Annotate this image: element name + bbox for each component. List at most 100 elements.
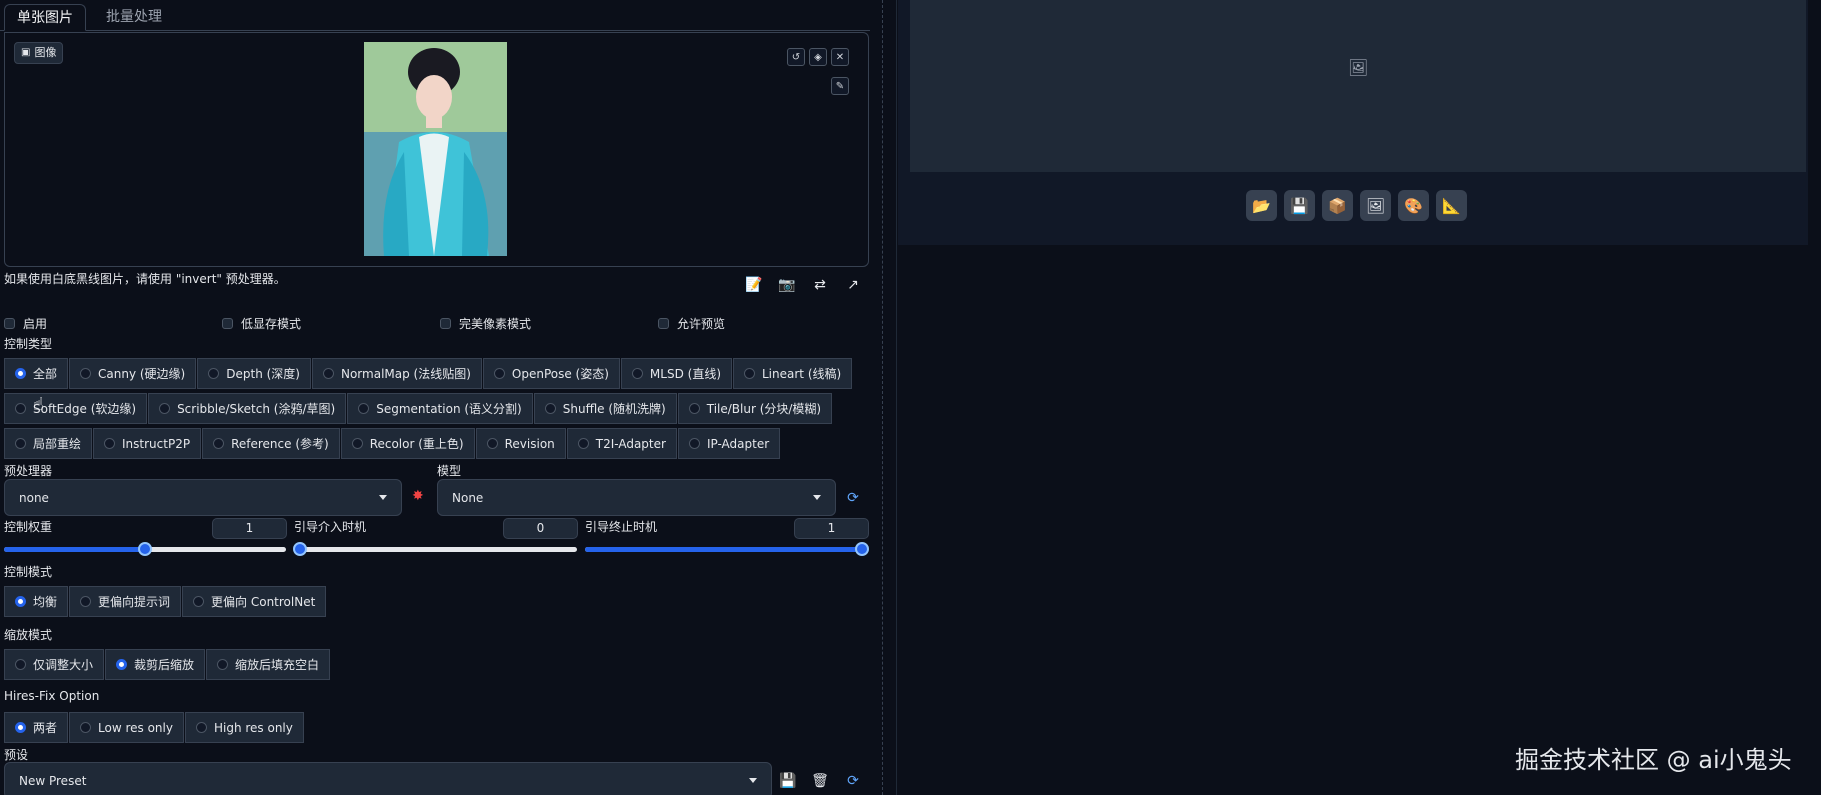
preset-label: 预设 bbox=[4, 748, 29, 762]
end-number[interactable]: 1 bbox=[794, 518, 869, 539]
slider-thumb[interactable] bbox=[855, 542, 869, 556]
control-type-option[interactable]: Revision bbox=[475, 428, 566, 459]
control-type-option[interactable]: Canny (硬边缘) bbox=[69, 358, 197, 389]
refresh-icon[interactable]: ⟳ bbox=[843, 488, 863, 508]
slider-fill bbox=[4, 547, 145, 552]
control-type-option[interactable]: InstructP2P bbox=[93, 428, 202, 459]
low-vram-checkbox[interactable]: 低显存模式 bbox=[222, 315, 301, 332]
refresh-icon[interactable]: ⟳ bbox=[843, 771, 863, 791]
start-slider[interactable] bbox=[293, 542, 577, 556]
control-type-option[interactable]: Scribble/Sketch (涂鸦/草图) bbox=[148, 393, 347, 424]
control-type-option[interactable]: Reference (参考) bbox=[202, 428, 340, 459]
start-number[interactable]: 0 bbox=[503, 518, 578, 539]
eraser-icon[interactable]: ◈ bbox=[809, 48, 827, 66]
radio-label: High res only bbox=[213, 720, 293, 735]
checkbox-box[interactable] bbox=[440, 318, 451, 329]
hires-option[interactable]: 两者 bbox=[4, 712, 69, 743]
save-icon[interactable]: 💾 bbox=[778, 771, 798, 791]
resize-mode-option[interactable]: 裁剪后缩放 bbox=[105, 649, 206, 680]
hires-option[interactable]: High res only bbox=[184, 712, 304, 743]
control-type-option[interactable]: IP-Adapter bbox=[677, 428, 781, 459]
panel-divider-line bbox=[896, 0, 897, 795]
radio-label: Segmentation (语义分割) bbox=[376, 402, 522, 416]
radio-dot bbox=[217, 659, 229, 670]
radio-label: IP-Adapter bbox=[706, 436, 770, 451]
radio-label: Lineart (线稿) bbox=[762, 367, 842, 381]
checkbox-label: 低显存模式 bbox=[241, 317, 302, 331]
radio-dot bbox=[15, 403, 26, 414]
radio-label: MLSD (直线) bbox=[649, 367, 721, 381]
enable-checkbox[interactable]: 启用 bbox=[4, 315, 47, 332]
radio-label: Depth (深度) bbox=[226, 367, 300, 381]
control-type-option[interactable]: NormalMap (法线贴图) bbox=[311, 358, 482, 389]
control-type-option[interactable]: Shuffle (随机洗牌) bbox=[533, 393, 677, 424]
brush-icon[interactable]: ✎ bbox=[831, 77, 849, 95]
swap-icon[interactable]: ⇄ bbox=[809, 274, 831, 296]
model-dropdown[interactable]: None bbox=[437, 479, 836, 516]
radio-label: InstructP2P bbox=[122, 436, 191, 451]
control-type-option[interactable]: Segmentation (语义分割) bbox=[347, 393, 533, 424]
end-slider[interactable] bbox=[585, 542, 869, 556]
ruler-icon[interactable]: 📐 bbox=[1436, 190, 1467, 221]
radio-dot bbox=[493, 368, 505, 379]
trash-icon[interactable]: 🗑 bbox=[810, 771, 830, 791]
undo-icon[interactable]: ↺ bbox=[787, 48, 805, 66]
control-type-option[interactable]: MLSD (直线) bbox=[620, 358, 732, 389]
control-type-option[interactable]: Recolor (重上色) bbox=[340, 428, 475, 459]
radio-dot bbox=[159, 403, 171, 414]
control-mode-option[interactable]: 更偏向提示词 bbox=[69, 586, 182, 617]
preprocessor-dropdown[interactable]: none bbox=[4, 479, 402, 516]
radio-label: Reference (参考) bbox=[231, 437, 329, 451]
radio-label: T2I-Adapter bbox=[595, 436, 666, 451]
control-type-option[interactable]: OpenPose (姿态) bbox=[482, 358, 620, 389]
checkbox-box[interactable] bbox=[658, 318, 669, 329]
checkbox-box[interactable] bbox=[4, 318, 15, 329]
tab-batch[interactable]: 批量处理 bbox=[94, 4, 174, 31]
radio-label: OpenPose (姿态) bbox=[511, 367, 609, 381]
control-type-option[interactable]: 全部 bbox=[4, 358, 69, 389]
control-type-option[interactable]: Tile/Blur (分块/模糊) bbox=[677, 393, 833, 424]
hires-group: 两者 Low res only High res only bbox=[4, 712, 305, 743]
control-type-label: 控制类型 bbox=[4, 337, 53, 351]
radio-dot bbox=[631, 368, 643, 379]
radio-dot bbox=[486, 438, 498, 449]
radio-label: 全部 bbox=[33, 367, 58, 381]
checkbox-box[interactable] bbox=[222, 318, 233, 329]
control-mode-option[interactable]: 均衡 bbox=[4, 586, 69, 617]
control-type-row-1: 全部 Canny (硬边缘) Depth (深度) NormalMap (法线贴… bbox=[4, 358, 853, 389]
chevron-down-icon bbox=[379, 495, 387, 500]
pixel-perfect-checkbox[interactable]: 完美像素模式 bbox=[440, 315, 531, 332]
palette-icon[interactable]: 🎨 bbox=[1398, 190, 1429, 221]
hires-option[interactable]: Low res only bbox=[69, 712, 184, 743]
control-type-option[interactable]: SoftEdge (软边缘) bbox=[4, 393, 148, 424]
resize-mode-option[interactable]: 仅调整大小 bbox=[4, 649, 105, 680]
control-type-option[interactable]: 局部重绘 bbox=[4, 428, 93, 459]
start-label: 引导介入时机 bbox=[294, 520, 367, 534]
weight-number[interactable]: 1 bbox=[212, 518, 287, 539]
resize-mode-option[interactable]: 缩放后填充空白 bbox=[206, 649, 331, 680]
send-dimensions-icon[interactable]: ↗ bbox=[842, 274, 864, 296]
radio-dot bbox=[80, 596, 92, 607]
notepad-icon[interactable]: 📝 bbox=[743, 274, 765, 296]
allow-preview-checkbox[interactable]: 允许预览 bbox=[658, 315, 725, 332]
radio-label: Tile/Blur (分块/模糊) bbox=[706, 402, 822, 416]
tab-single-image[interactable]: 单张图片 bbox=[4, 4, 86, 31]
control-type-row-2: SoftEdge (软边缘) Scribble/Sketch (涂鸦/草图) S… bbox=[4, 393, 833, 424]
folder-icon[interactable]: 📂 bbox=[1246, 190, 1277, 221]
control-mode-option[interactable]: 更偏向 ControlNet bbox=[182, 586, 327, 617]
radio-dot bbox=[193, 596, 205, 607]
radio-dot bbox=[104, 438, 116, 449]
zip-icon[interactable]: 📦 bbox=[1322, 190, 1353, 221]
slider-thumb[interactable] bbox=[293, 542, 307, 556]
weight-slider[interactable] bbox=[4, 542, 286, 556]
run-preprocessor-icon[interactable]: ✸ bbox=[412, 488, 424, 504]
camera-icon[interactable]: 📷 bbox=[776, 274, 798, 296]
preset-dropdown[interactable]: New Preset bbox=[4, 762, 772, 795]
send-to-img2img-icon[interactable]: 🖼 bbox=[1360, 190, 1391, 221]
save-icon[interactable]: 💾 bbox=[1284, 190, 1315, 221]
control-type-option[interactable]: Lineart (线稿) bbox=[733, 358, 853, 389]
slider-thumb[interactable] bbox=[138, 542, 152, 556]
close-icon[interactable]: ✕ bbox=[831, 48, 849, 66]
control-type-option[interactable]: Depth (深度) bbox=[197, 358, 311, 389]
control-type-option[interactable]: T2I-Adapter bbox=[566, 428, 677, 459]
